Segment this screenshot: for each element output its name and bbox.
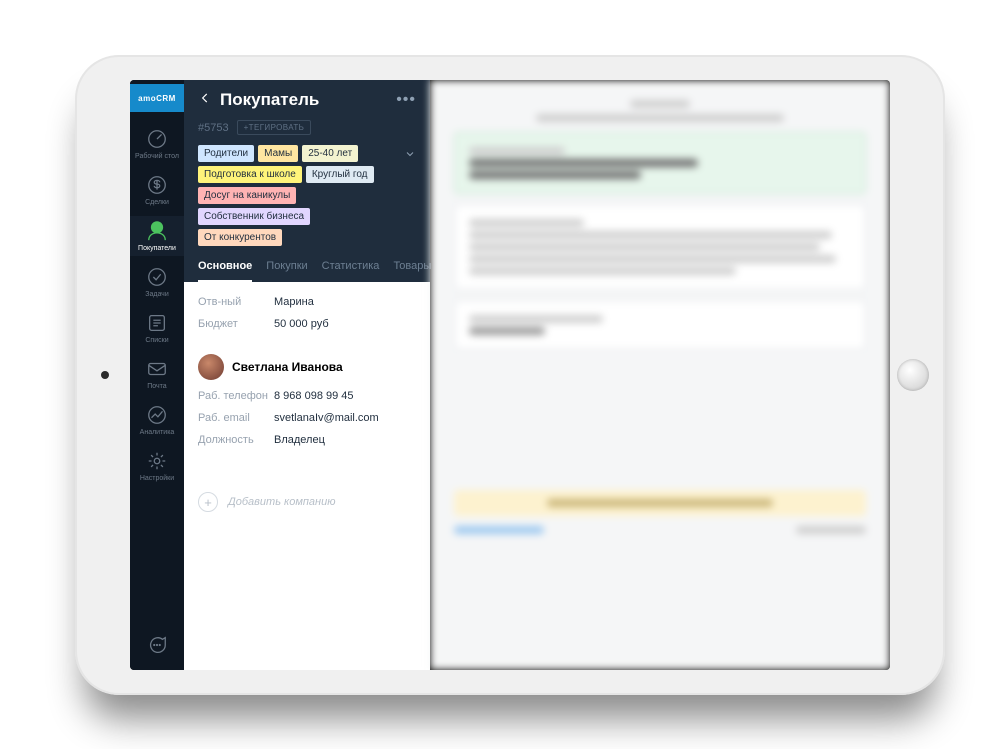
tag-chip[interactable]: Мамы [258, 145, 298, 162]
tab-bar: ОсновноеПокупкиСтатистикаТовары [198, 260, 416, 282]
sidebar-item-tasks[interactable]: Задачи [130, 262, 184, 302]
back-icon[interactable] [198, 91, 212, 110]
field-label: Бюджет [198, 318, 274, 330]
sidebar-item-label: Рабочий стол [135, 153, 179, 160]
add-company-button[interactable]: + Добавить компанию [198, 480, 416, 512]
sidebar-item-label: Задачи [145, 291, 169, 298]
sidebar-item-label: Аналитика [140, 429, 175, 436]
tag-list: РодителиМамы25-40 летПодготовка к школеК… [198, 145, 416, 246]
sidebar-item-analytics[interactable]: Аналитика [130, 400, 184, 440]
sidebar-item-label: Настройки [140, 475, 174, 482]
tablet-camera [101, 371, 109, 379]
field-label: Раб. телефон [198, 390, 274, 402]
tag-chip[interactable]: Собственник бизнеса [198, 208, 310, 225]
check-circle-icon [146, 266, 168, 288]
tab-main[interactable]: Основное [198, 260, 252, 282]
field-value[interactable]: svetlanaIv@mail.com [274, 412, 379, 424]
detail-panel: Покупатель ••• #5753 +ТЕГИРОВАТЬ Родител… [184, 80, 430, 670]
plus-icon: + [198, 492, 218, 512]
app-screen: amoCRM Рабочий стол Сделки Покупатели За… [130, 80, 890, 670]
tab-stats[interactable]: Статистика [322, 260, 380, 282]
contact-card: Светлана Иванова Раб. телефон 8 968 098 … [184, 354, 430, 470]
chat-icon [146, 634, 168, 656]
tag-chip[interactable]: Досуг на каникулы [198, 187, 296, 204]
add-company-label: Добавить компанию [228, 496, 336, 508]
field-work-phone: Раб. телефон 8 968 098 99 45 [198, 390, 416, 402]
field-budget: Бюджет 50 000 руб [198, 318, 416, 330]
detail-header: Покупатель ••• #5753 +ТЕГИРОВАТЬ Родител… [184, 80, 430, 282]
record-id: #5753 [198, 122, 229, 134]
sidebar-item-lists[interactable]: Списки [130, 308, 184, 348]
sidebar-item-desktop[interactable]: Рабочий стол [130, 124, 184, 164]
tab-goods[interactable]: Товары [393, 260, 431, 282]
add-tag-button[interactable]: +ТЕГИРОВАТЬ [237, 120, 312, 135]
mail-icon [146, 358, 168, 380]
sidebar-item-label: Сделки [145, 199, 169, 206]
field-label: Должность [198, 434, 274, 446]
sidebar-item-label: Почта [147, 383, 166, 390]
field-responsible: Отв-ный Марина [198, 296, 416, 308]
avatar[interactable] [198, 354, 224, 380]
field-work-email: Раб. email svetlanaIv@mail.com [198, 412, 416, 424]
field-label: Отв-ный [198, 296, 274, 308]
page-title: Покупатель [220, 90, 388, 110]
tab-buys[interactable]: Покупки [266, 260, 307, 282]
sidebar-item-label: Покупатели [138, 245, 176, 252]
settings-icon [146, 450, 168, 472]
list-icon [146, 312, 168, 334]
field-value[interactable]: 8 968 098 99 45 [274, 390, 354, 402]
activity-feed-blurred [430, 80, 890, 670]
sidebar-item-mail[interactable]: Почта [130, 354, 184, 394]
main-fields: Отв-ный Марина Бюджет 50 000 руб [184, 282, 430, 354]
gauge-icon [146, 128, 168, 150]
field-value[interactable]: Владелец [274, 434, 325, 446]
tag-chip[interactable]: От конкурентов [198, 229, 282, 246]
tag-chip[interactable]: Круглый год [306, 166, 374, 183]
analytics-icon [146, 404, 168, 426]
sidebar-item-deals[interactable]: Сделки [130, 170, 184, 210]
sidebar-item-chat[interactable] [130, 630, 184, 660]
app-logo[interactable]: amoCRM [130, 84, 184, 112]
dollar-icon [146, 174, 168, 196]
person-icon [146, 220, 168, 242]
tag-chip[interactable]: 25-40 лет [302, 145, 358, 162]
sidebar: amoCRM Рабочий стол Сделки Покупатели За… [130, 80, 184, 670]
tag-chip[interactable]: Подготовка к школе [198, 166, 302, 183]
more-icon[interactable]: ••• [396, 91, 416, 109]
sidebar-item-buyers[interactable]: Покупатели [130, 216, 184, 256]
tablet-frame: amoCRM Рабочий стол Сделки Покупатели За… [75, 55, 945, 695]
field-label: Раб. email [198, 412, 274, 424]
tag-chip[interactable]: Родители [198, 145, 254, 162]
field-position: Должность Владелец [198, 434, 416, 446]
tablet-home-button[interactable] [897, 359, 929, 391]
sidebar-item-label: Списки [145, 337, 168, 344]
field-value[interactable]: 50 000 руб [274, 318, 329, 330]
sidebar-item-settings[interactable]: Настройки [130, 446, 184, 486]
chevron-down-icon[interactable] [404, 147, 416, 165]
field-value[interactable]: Марина [274, 296, 314, 308]
contact-name[interactable]: Светлана Иванова [232, 360, 343, 374]
